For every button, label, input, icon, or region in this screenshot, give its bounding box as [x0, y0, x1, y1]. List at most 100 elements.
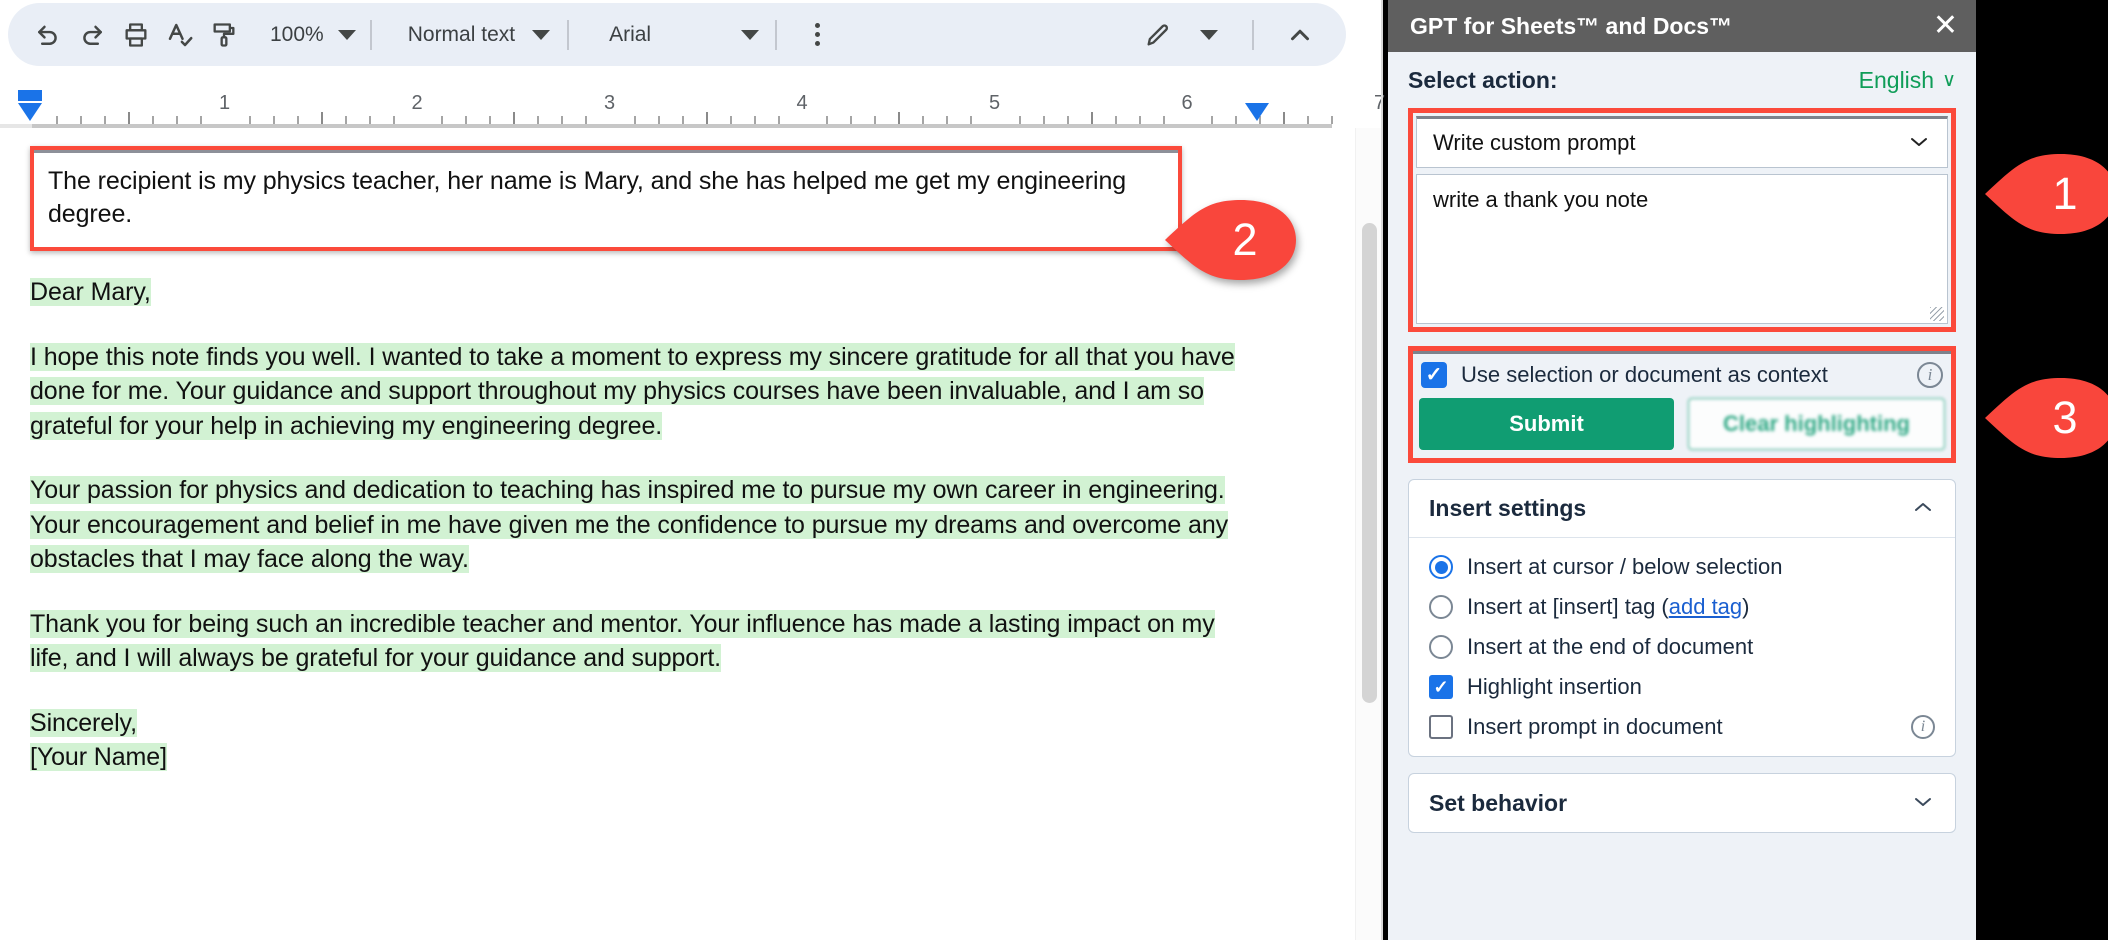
first-line-indent-marker[interactable]: [18, 90, 42, 101]
document-scrollbar[interactable]: [1355, 128, 1382, 940]
redo-icon[interactable]: [70, 9, 114, 61]
ruler-number: 2: [411, 92, 422, 115]
zoom-level[interactable]: 100%: [270, 9, 324, 61]
use-context-label: Use selection or document as context: [1461, 362, 1903, 388]
insert-settings-chevron-up-icon[interactable]: [1911, 497, 1935, 520]
left-indent-marker[interactable]: [18, 103, 42, 121]
font-family-chevron-down-icon[interactable]: [651, 9, 759, 61]
option-highlight-insertion[interactable]: Highlight insertion: [1429, 674, 1935, 700]
highlighted-prompt-paragraph-box: The recipient is my physics teacher, her…: [30, 146, 1182, 251]
callout-number: 1: [1985, 152, 2108, 236]
option-insert-at-end[interactable]: Insert at the end of document: [1429, 634, 1935, 660]
document-body: Dear Mary, I hope this note finds you we…: [30, 275, 1240, 775]
undo-icon[interactable]: [26, 9, 70, 61]
use-context-row[interactable]: Use selection or document as context i: [1419, 358, 1945, 398]
ruler-tick: [200, 116, 202, 124]
set-behavior-chevron-down-icon[interactable]: [1911, 792, 1935, 815]
scrollbar-thumb[interactable]: [1362, 223, 1377, 703]
paragraph-text: I hope this note finds you well. I wante…: [30, 343, 1235, 440]
option-insert-prompt-in-document[interactable]: Insert prompt in document i: [1429, 714, 1935, 740]
ruler-tick: [152, 116, 154, 124]
ruler-tick: [465, 116, 467, 124]
close-icon[interactable]: ✕: [1933, 11, 1958, 41]
custom-prompt-textarea[interactable]: write a thank you note: [1416, 174, 1948, 324]
font-family-value[interactable]: Arial: [609, 9, 651, 61]
option-label: Insert at cursor / below selection: [1467, 554, 1935, 580]
clear-highlighting-button[interactable]: Clear highlighting: [1688, 398, 1945, 450]
hide-menus-chevron-up-icon[interactable]: [1254, 9, 1346, 61]
use-context-checkbox[interactable]: [1421, 362, 1447, 388]
insert-settings-title: Insert settings: [1429, 495, 1586, 522]
language-value: English: [1859, 67, 1934, 94]
info-icon[interactable]: i: [1917, 362, 1943, 388]
ruler-tick: [1235, 116, 1237, 124]
prompt-paragraph-text: The recipient is my physics teacher, her…: [48, 165, 1164, 231]
ruler-tick: [56, 116, 58, 124]
document-ruler[interactable]: 1234567: [0, 86, 1382, 128]
add-tag-link[interactable]: add tag: [1669, 594, 1742, 619]
ruler-tick: [682, 116, 684, 124]
editing-mode-chevron-down-icon[interactable]: [1186, 9, 1232, 61]
ruler-tick: [1307, 116, 1309, 124]
checkbox-highlight-insertion[interactable]: [1429, 675, 1453, 699]
panel-body: Select action: English ∨ Write custom pr…: [1388, 52, 1976, 833]
ruler-tick: [104, 116, 106, 124]
option-label: Insert prompt in document: [1467, 714, 1897, 740]
paragraph-text: Your passion for physics and dedication …: [30, 476, 1228, 573]
ruler-tick: [658, 116, 660, 124]
paragraph-2: Your passion for physics and dedication …: [30, 473, 1240, 577]
option-label: Highlight insertion: [1467, 674, 1935, 700]
option-label: Insert at the end of document: [1467, 634, 1935, 660]
ruler-tick: [874, 116, 876, 124]
ruler-number: 1: [219, 92, 230, 115]
info-icon[interactable]: i: [1911, 715, 1935, 739]
ruler-tick: [1091, 112, 1093, 124]
spelling-check-icon[interactable]: [158, 9, 202, 61]
set-behavior-header[interactable]: Set behavior: [1409, 774, 1955, 832]
callout-marker-3: 3: [1985, 376, 2108, 460]
option-label-prefix: Insert at [insert] tag (: [1467, 594, 1669, 619]
paragraph-signature: Sincerely, [Your Name]: [30, 706, 1240, 775]
ruler-tick: [922, 116, 924, 124]
option-insert-at-tag[interactable]: Insert at [insert] tag (add tag): [1429, 594, 1935, 620]
paragraph-text: Dear Mary,: [30, 278, 151, 306]
language-chevron-down-icon: ∨: [1942, 69, 1956, 92]
insert-settings-header[interactable]: Insert settings: [1409, 480, 1955, 538]
ruler-tick: [80, 116, 82, 124]
radio-insert-at-tag[interactable]: [1429, 595, 1453, 619]
set-behavior-card[interactable]: Set behavior: [1408, 773, 1956, 833]
submit-button[interactable]: Submit: [1419, 398, 1674, 450]
language-selector[interactable]: English ∨: [1859, 67, 1956, 94]
ruler-tick: [1067, 116, 1069, 124]
textarea-resize-handle[interactable]: [1930, 307, 1944, 321]
action-select[interactable]: Write custom prompt: [1416, 116, 1948, 168]
zoom-chevron-down-icon[interactable]: [324, 9, 370, 61]
ruler-tick: [898, 112, 900, 124]
print-icon[interactable]: [114, 9, 158, 61]
set-behavior-title: Set behavior: [1429, 790, 1567, 817]
right-indent-marker[interactable]: [1245, 103, 1269, 121]
gpt-addon-panel: GPT for Sheets™ and Docs™ ✕ Select actio…: [1388, 0, 1976, 940]
callout-number: 2: [1165, 198, 1297, 282]
ruler-tick: [345, 116, 347, 124]
checkbox-insert-prompt[interactable]: [1429, 715, 1453, 739]
ruler-tick: [176, 116, 178, 124]
editing-mode-pencil-icon[interactable]: [1130, 9, 1186, 61]
screenshot-root: 100% Normal text Arial: [0, 0, 2108, 940]
paragraph-style-chevron-down-icon[interactable]: [515, 9, 567, 61]
ruler-tick: [585, 116, 587, 124]
signature-line: Sincerely,: [30, 709, 137, 737]
paragraph-1: I hope this note finds you well. I wante…: [30, 340, 1240, 444]
option-insert-at-cursor[interactable]: Insert at cursor / below selection: [1429, 554, 1935, 580]
option-label: Insert at [insert] tag (add tag): [1467, 594, 1935, 620]
toolbar-divider: [370, 20, 372, 50]
document-page[interactable]: The recipient is my physics teacher, her…: [0, 128, 1355, 940]
paint-format-icon[interactable]: [202, 9, 246, 61]
radio-insert-at-end[interactable]: [1429, 635, 1453, 659]
callout-number: 3: [1985, 376, 2108, 460]
select-action-row: Select action: English ∨: [1408, 52, 1956, 108]
more-options-kebab-icon[interactable]: [777, 9, 857, 61]
radio-insert-at-cursor[interactable]: [1429, 555, 1453, 579]
paragraph-style-value[interactable]: Normal text: [408, 9, 515, 61]
ruler-number: 5: [989, 92, 1000, 115]
